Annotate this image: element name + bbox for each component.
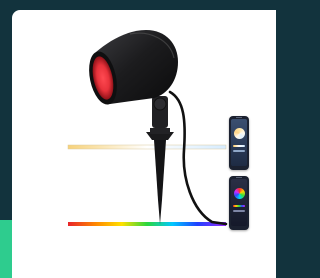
power-cable	[168, 90, 228, 226]
brightness-slider	[233, 150, 245, 152]
color-wheel-icon	[234, 188, 245, 199]
brightness-slider	[233, 210, 245, 212]
phone-app-white	[229, 116, 249, 170]
white-light-band	[67, 144, 227, 150]
ground-stake	[154, 140, 166, 224]
hue-slider	[233, 205, 245, 207]
phone-screen	[231, 119, 247, 166]
rgb-light-band	[68, 222, 226, 226]
phone-notch	[236, 117, 242, 118]
phone-app-rgb	[229, 176, 249, 230]
phone-screen	[231, 179, 247, 226]
white-tuning-wheel-icon	[234, 128, 245, 139]
temperature-slider	[233, 145, 245, 147]
phone-notch	[236, 177, 242, 178]
